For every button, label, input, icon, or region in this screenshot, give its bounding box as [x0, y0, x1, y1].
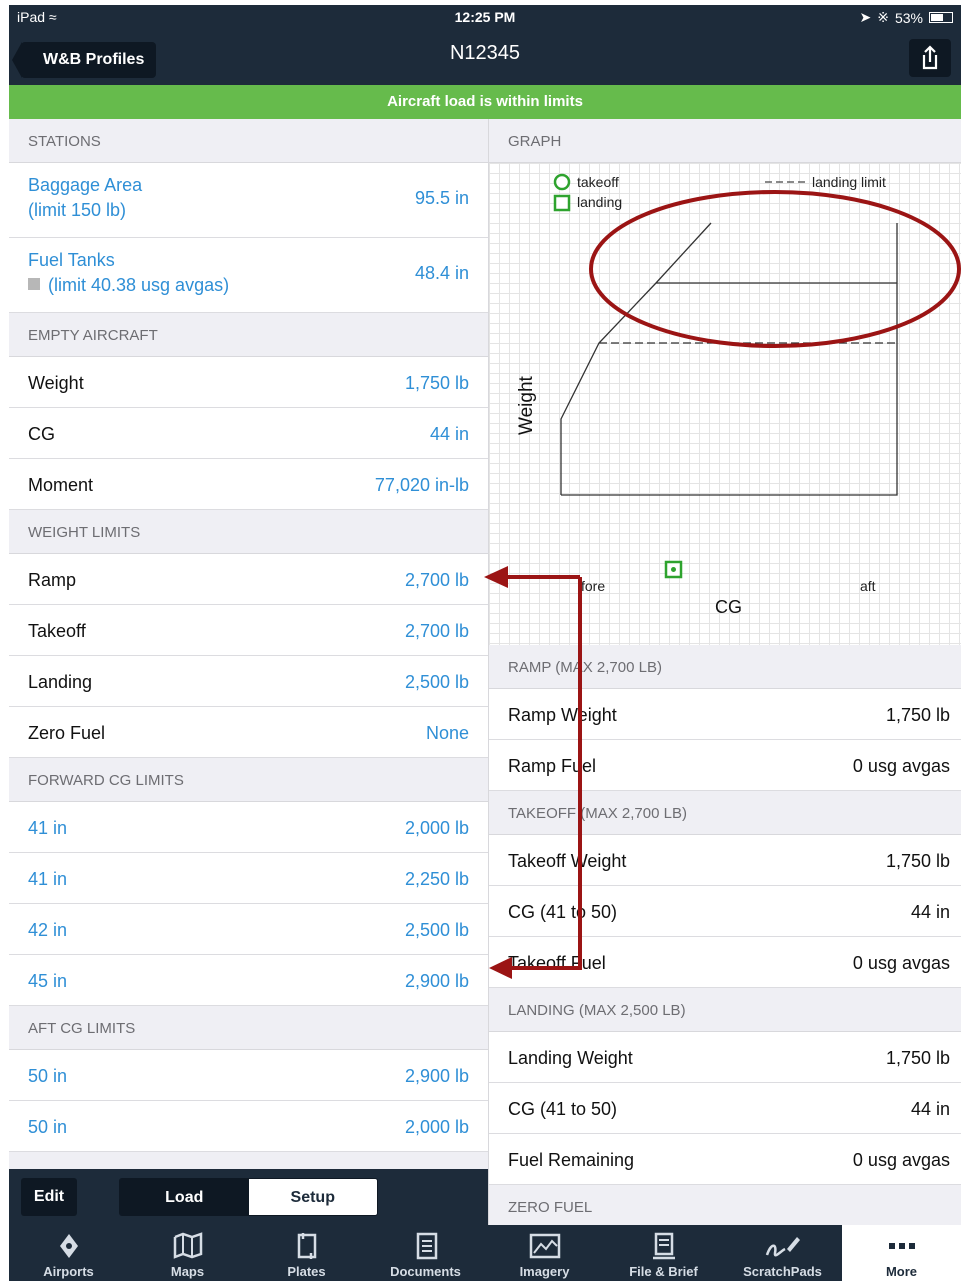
tab-label: Maps — [170, 1264, 205, 1279]
arrow-head-icon — [484, 566, 508, 588]
more-icon — [888, 1243, 915, 1249]
tab-label: Plates — [287, 1264, 326, 1279]
documents-icon — [416, 1232, 437, 1260]
airports-icon — [59, 1234, 78, 1258]
annotation-arrows — [484, 566, 582, 979]
tab-label: Documents — [390, 1264, 461, 1279]
tab-scratchpads[interactable]: ScratchPads — [723, 1225, 842, 1281]
annotation-arrow-line — [507, 577, 582, 970]
tab-label: Airports — [43, 1264, 94, 1279]
tab-more[interactable]: More — [842, 1225, 961, 1281]
scratchpads-icon — [765, 1237, 800, 1257]
file-brief-icon — [652, 1232, 675, 1260]
imagery-icon — [529, 1233, 560, 1259]
tab-file-brief[interactable]: File & Brief — [604, 1225, 723, 1281]
tab-label: File & Brief — [629, 1264, 698, 1279]
tab-label: Imagery — [519, 1264, 570, 1279]
arrow-head-icon — [489, 957, 512, 979]
tab-maps[interactable]: Maps — [128, 1225, 247, 1281]
tab-imagery[interactable]: Imagery — [485, 1225, 604, 1281]
tab-airports[interactable]: Airports — [9, 1225, 128, 1281]
tab-label: More — [885, 1264, 918, 1279]
tab-documents[interactable]: Documents — [366, 1225, 485, 1281]
tab-plates[interactable]: Plates — [247, 1225, 366, 1281]
tab-label: ScratchPads — [743, 1264, 822, 1279]
plates-icon — [297, 1233, 316, 1259]
maps-icon — [173, 1232, 202, 1259]
tab-bar: Airports Maps Plates Documents Imagery F… — [9, 1225, 961, 1281]
